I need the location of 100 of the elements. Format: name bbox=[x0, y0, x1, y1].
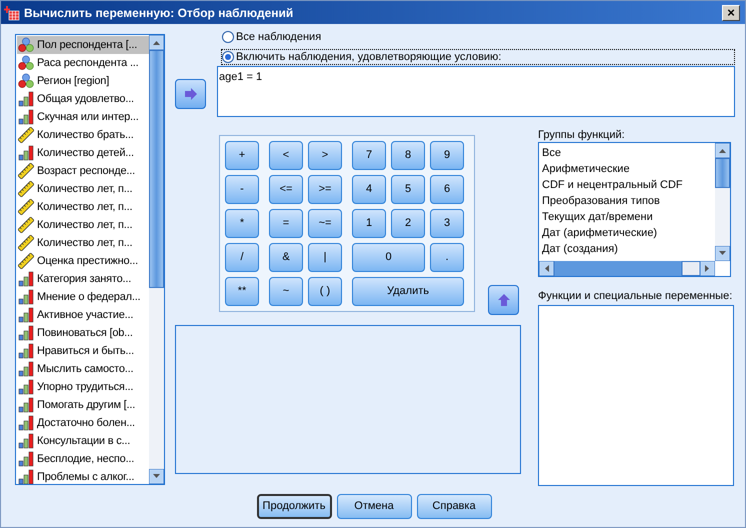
variable-item[interactable]: Регион [region] bbox=[17, 72, 149, 90]
radio-option[interactable]: Все наблюдения bbox=[221, 29, 735, 45]
ordinal-variable-icon bbox=[18, 343, 34, 359]
keypad-key[interactable]: 6 bbox=[430, 175, 464, 204]
keypad-key[interactable]: / bbox=[225, 243, 259, 272]
keypad-key[interactable]: >= bbox=[308, 175, 342, 204]
keypad-key[interactable]: 1 bbox=[352, 209, 386, 238]
function-group-item[interactable]: Все bbox=[542, 145, 715, 161]
variable-item[interactable]: Количество лет, п... bbox=[17, 180, 149, 198]
variable-item[interactable]: Общая удовлетво... bbox=[17, 90, 149, 108]
function-group-item[interactable]: Дат (создания) bbox=[542, 241, 715, 257]
nominal-variable-icon bbox=[18, 55, 34, 71]
keypad-key[interactable]: 8 bbox=[391, 141, 425, 170]
keypad-key[interactable]: < bbox=[269, 141, 303, 170]
variable-item[interactable]: Консультации в с... bbox=[17, 432, 149, 450]
variable-item[interactable]: Достаточно болен... bbox=[17, 414, 149, 432]
radio-button[interactable] bbox=[222, 31, 234, 43]
ordinal-variable-icon bbox=[18, 271, 34, 287]
variable-item[interactable]: Пол респондента [... bbox=[17, 36, 149, 54]
scroll-down-icon bbox=[715, 246, 730, 261]
keypad-key[interactable]: * bbox=[225, 209, 259, 238]
ordinal-variable-icon bbox=[18, 145, 34, 161]
keypad-key[interactable]: + bbox=[225, 141, 259, 170]
function-group-item[interactable]: Дат (арифметические) bbox=[542, 225, 715, 241]
nominal-variable-icon bbox=[18, 37, 34, 53]
keypad-key[interactable]: = bbox=[269, 209, 303, 238]
variable-item[interactable]: Раса респондента ... bbox=[17, 54, 149, 72]
close-button[interactable]: × bbox=[722, 4, 740, 20]
function-group-item[interactable]: CDF и нецентральный CDF bbox=[542, 177, 715, 193]
radio-option[interactable]: Включить наблюдения, удовлетворяющие условию: bbox=[221, 49, 735, 65]
dialog-button[interactable]: Справка bbox=[416, 494, 492, 519]
ruler-icon bbox=[18, 181, 34, 197]
keypad-key[interactable]: <= bbox=[269, 175, 303, 204]
variable-item[interactable]: Категория занято... bbox=[17, 270, 149, 288]
condition-field[interactable]: age1 = 1 bbox=[217, 66, 735, 117]
ruler-icon bbox=[18, 163, 34, 179]
function-group-item[interactable]: Преобразования типов bbox=[542, 193, 715, 209]
variable-scrollbar[interactable] bbox=[149, 35, 164, 484]
functions-label: Функции и специальные переменные: bbox=[538, 289, 734, 302]
ordinal-variable-icon bbox=[18, 433, 34, 449]
right-arrow-icon bbox=[184, 87, 198, 101]
scroll-up-icon bbox=[715, 143, 730, 158]
function-groups-label: Группы функций: bbox=[538, 128, 626, 141]
move-up-button[interactable] bbox=[488, 285, 519, 315]
ordinal-variable-icon bbox=[18, 469, 34, 484]
keypad-key[interactable]: & bbox=[269, 243, 303, 272]
function-group-item[interactable]: Арифметические bbox=[542, 161, 715, 177]
keypad-key[interactable]: ( ) bbox=[308, 277, 342, 306]
keypad-key[interactable]: 5 bbox=[391, 175, 425, 204]
move-variable-button[interactable] bbox=[175, 79, 206, 109]
ruler-icon bbox=[18, 127, 34, 143]
variable-item[interactable]: Количество детей... bbox=[17, 144, 149, 162]
keypad-key[interactable]: ** bbox=[225, 277, 259, 306]
keypad-key[interactable]: | bbox=[308, 243, 342, 272]
variable-item[interactable]: Упорно трудиться... bbox=[17, 378, 149, 396]
dialog-button[interactable]: Отмена bbox=[336, 494, 412, 519]
keypad-key[interactable]: . bbox=[430, 243, 464, 272]
ruler-icon bbox=[18, 253, 34, 269]
keypad-key[interactable]: 2 bbox=[391, 209, 425, 238]
ruler-icon bbox=[18, 217, 34, 233]
variable-item[interactable]: Мыслить самосто... bbox=[17, 360, 149, 378]
nominal-variable-icon bbox=[18, 73, 34, 89]
keypad-key[interactable]: 0 bbox=[352, 243, 425, 272]
variable-item[interactable]: Активное участие... bbox=[17, 306, 149, 324]
variable-item[interactable]: Количество лет, п... bbox=[17, 198, 149, 216]
variable-item[interactable]: Бесплодие, неспо... bbox=[17, 450, 149, 468]
variable-item[interactable]: Количество лет, п... bbox=[17, 234, 149, 252]
ordinal-variable-icon bbox=[18, 361, 34, 377]
variable-item[interactable]: Помогать другим [... bbox=[17, 396, 149, 414]
variable-item[interactable]: Проблемы с алког... bbox=[17, 468, 149, 484]
horizontal-scrollbar[interactable] bbox=[539, 261, 715, 276]
variable-item[interactable]: Оценка престижно... bbox=[17, 252, 149, 270]
variable-item[interactable]: Возраст респонде... bbox=[17, 162, 149, 180]
dialog-button[interactable]: Продолжить bbox=[256, 494, 332, 519]
keypad-key[interactable]: > bbox=[308, 141, 342, 170]
variable-item[interactable]: Нравиться и быть... bbox=[17, 342, 149, 360]
scroll-down-icon bbox=[149, 469, 164, 484]
ordinal-variable-icon bbox=[18, 397, 34, 413]
ordinal-variable-icon bbox=[18, 379, 34, 395]
keypad-key[interactable]: 3 bbox=[430, 209, 464, 238]
ordinal-variable-icon bbox=[18, 325, 34, 341]
keypad-key[interactable]: - bbox=[225, 175, 259, 204]
variable-item[interactable]: Количество брать... bbox=[17, 126, 149, 144]
keypad-key[interactable]: ~= bbox=[308, 209, 342, 238]
function-group-item[interactable]: Текущих дат/времени bbox=[542, 209, 715, 225]
keypad-key[interactable]: ~ bbox=[269, 277, 303, 306]
ordinal-variable-icon bbox=[18, 307, 34, 323]
variable-item[interactable]: Повиноваться [ob... bbox=[17, 324, 149, 342]
function-groups-scrollbar[interactable] bbox=[715, 143, 730, 261]
keypad-key[interactable]: Удалить bbox=[352, 277, 464, 306]
up-arrow-icon bbox=[496, 293, 510, 307]
ruler-icon bbox=[18, 199, 34, 215]
ordinal-variable-icon bbox=[18, 109, 34, 125]
keypad-key[interactable]: 4 bbox=[352, 175, 386, 204]
keypad-key[interactable]: 7 bbox=[352, 141, 386, 170]
variable-item[interactable]: Скучная или интер... bbox=[17, 108, 149, 126]
variable-item[interactable]: Мнение о федерал... bbox=[17, 288, 149, 306]
radio-button[interactable] bbox=[222, 51, 234, 63]
keypad-key[interactable]: 9 bbox=[430, 141, 464, 170]
variable-item[interactable]: Количество лет, п... bbox=[17, 216, 149, 234]
